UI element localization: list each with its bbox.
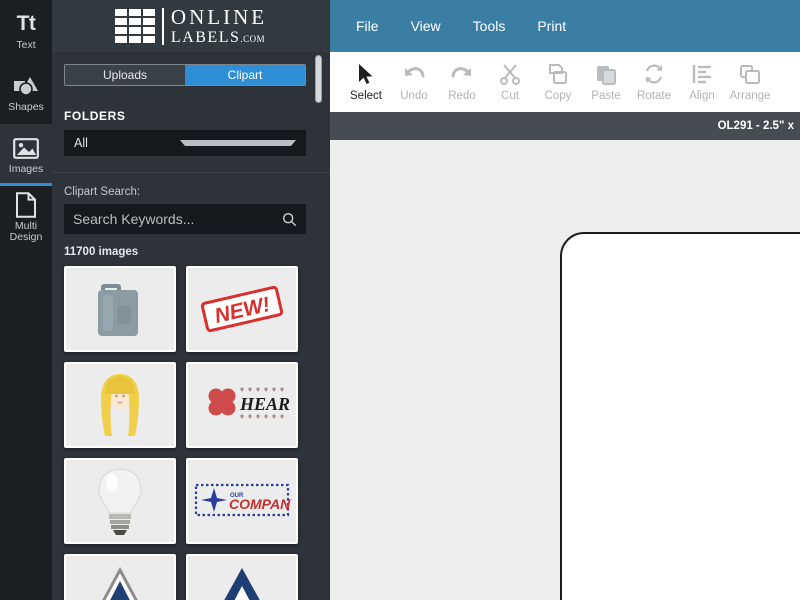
clipart-item-blonde-hair[interactable]	[64, 362, 176, 448]
sidebar-item-text-label: Text	[16, 39, 36, 51]
panel-scrollbar-thumb[interactable]	[315, 55, 322, 103]
label-outline-shape[interactable]	[560, 232, 800, 600]
align-left-icon	[691, 60, 713, 88]
svg-text:COMPANY: COMPANY	[229, 496, 292, 512]
cursor-arrow-icon	[357, 60, 375, 88]
copy-label: Copy	[544, 90, 572, 102]
select-tool-button[interactable]: Select	[342, 60, 390, 102]
text-icon-glyph: Tt	[16, 12, 36, 35]
redo-arrow-icon	[450, 60, 474, 88]
menu-item-file[interactable]: File	[342, 12, 393, 40]
clipart-search-box[interactable]	[64, 204, 306, 234]
menu-item-view[interactable]: View	[397, 12, 455, 40]
chevron-down-icon	[180, 140, 296, 146]
status-bar: OL291 - 2.5" x	[330, 112, 800, 140]
clipart-panel: Uploads Clipart FOLDERS All Clipart Sear…	[52, 52, 330, 600]
cut-label: Cut	[501, 90, 519, 102]
sidebar-item-images[interactable]: Images	[0, 124, 52, 186]
tab-clipart[interactable]: Clipart	[185, 65, 305, 85]
rotate-button[interactable]: Rotate	[630, 60, 678, 102]
undo-arrow-icon	[402, 60, 426, 88]
editor-toolbar: Select Undo Redo Cut Copy Paste Rotate A…	[330, 52, 800, 112]
arrange-layers-icon	[739, 60, 761, 88]
clipart-item-blue-triangle-b[interactable]	[186, 554, 298, 600]
light-bulb-icon	[98, 468, 142, 535]
scissors-icon	[499, 60, 521, 88]
redo-button[interactable]: Redo	[438, 60, 486, 102]
rotate-label: Rotate	[637, 90, 671, 102]
redo-label: Redo	[448, 90, 476, 102]
menu-bar: File View Tools Print	[330, 0, 800, 52]
multi-design-label-line2: Design	[9, 230, 43, 243]
arrange-button[interactable]: Arrange	[726, 60, 774, 102]
copy-button[interactable]: Copy	[534, 60, 582, 102]
blue-triangle-icon	[102, 566, 138, 600]
label-editor-app: Tt Text Shapes Images Multi Design ONLIN…	[0, 0, 800, 600]
tab-uploads[interactable]: Uploads	[65, 65, 185, 85]
rotate-icon	[643, 60, 665, 88]
folders-select[interactable]: All	[64, 130, 306, 156]
copy-icon	[547, 60, 569, 88]
text-icon: Tt	[17, 11, 36, 37]
company-logo-icon: OUR COMPANY	[194, 483, 292, 517]
sidebar-item-shapes-label: Shapes	[8, 101, 44, 113]
clipart-item-new-stamp[interactable]: NEW!	[186, 266, 298, 352]
multi-design-label-line1: Multi	[14, 219, 38, 232]
align-label: Align	[689, 90, 715, 102]
onlinelabels-logo[interactable]: ONLINE LABELS.COM	[114, 4, 268, 46]
menu-item-print[interactable]: Print	[523, 12, 580, 40]
svg-text:HEART: HEART	[239, 394, 290, 414]
cut-button[interactable]: Cut	[486, 60, 534, 102]
design-canvas[interactable]	[330, 140, 800, 600]
label-dimensions-text: OL291 - 2.5" x	[717, 120, 794, 132]
left-tool-rail: Tt Text Shapes Images Multi Design	[0, 0, 52, 600]
arrange-label: Arrange	[729, 90, 771, 102]
logo-wordmark: ONLINE LABELS.COM	[170, 4, 268, 46]
image-count: 11700 images	[64, 246, 139, 258]
sidebar-item-multi-design-label: Multi Design	[9, 219, 43, 243]
paste-icon	[595, 60, 617, 88]
clipart-item-gas-can[interactable]	[64, 266, 176, 352]
paste-label: Paste	[591, 90, 621, 102]
clipart-search-label: Clipart Search:	[64, 186, 141, 198]
sidebar-item-text[interactable]: Tt Text	[0, 0, 52, 62]
folders-label: FOLDERS	[64, 109, 126, 123]
panel-divider	[52, 172, 330, 173]
align-button[interactable]: Align	[678, 60, 726, 102]
clipart-grid: NEW! HEAR OUR COMPAN	[64, 266, 314, 600]
paste-button[interactable]: Paste	[582, 60, 630, 102]
sidebar-item-multi-design[interactable]: Multi Design	[0, 186, 52, 248]
panel-tabs: Uploads Clipart	[64, 64, 306, 86]
search-icon[interactable]	[282, 212, 297, 227]
sidebar-item-images-label: Images	[8, 163, 44, 175]
page-icon	[15, 191, 37, 218]
logo-divider	[161, 7, 164, 45]
image-icon	[13, 135, 39, 161]
undo-label: Undo	[400, 90, 428, 102]
shapes-icon	[13, 73, 39, 99]
menu-item-tools[interactable]: Tools	[459, 12, 520, 40]
clipart-item-heart-logo[interactable]: HEART	[186, 362, 298, 448]
app-header: ONLINE LABELS.COM	[52, 0, 330, 52]
undo-button[interactable]: Undo	[390, 60, 438, 102]
heart-logo-icon: HEART	[208, 387, 290, 419]
folders-select-value: All	[74, 136, 88, 150]
logo-line-2-main: LABELS	[170, 28, 241, 46]
select-tool-label: Select	[350, 90, 382, 102]
sidebar-item-shapes[interactable]: Shapes	[0, 62, 52, 124]
search-input[interactable]	[73, 211, 282, 227]
clipart-item-blue-triangle-a[interactable]	[64, 554, 176, 600]
new-stamp-icon: NEW!	[200, 285, 284, 333]
logo-line-2: LABELS.COM	[170, 28, 267, 46]
gas-can-icon	[98, 284, 138, 336]
clipart-item-light-bulb[interactable]	[64, 458, 176, 544]
blonde-hair-icon	[101, 374, 139, 436]
logo-line-1: ONLINE	[170, 4, 268, 29]
grid-logo-icon	[114, 9, 155, 43]
clipart-item-company-logo[interactable]: OUR COMPANY	[186, 458, 298, 544]
blue-triangle-outline-icon	[224, 568, 260, 600]
logo-line-2-suffix: .COM	[240, 33, 266, 44]
